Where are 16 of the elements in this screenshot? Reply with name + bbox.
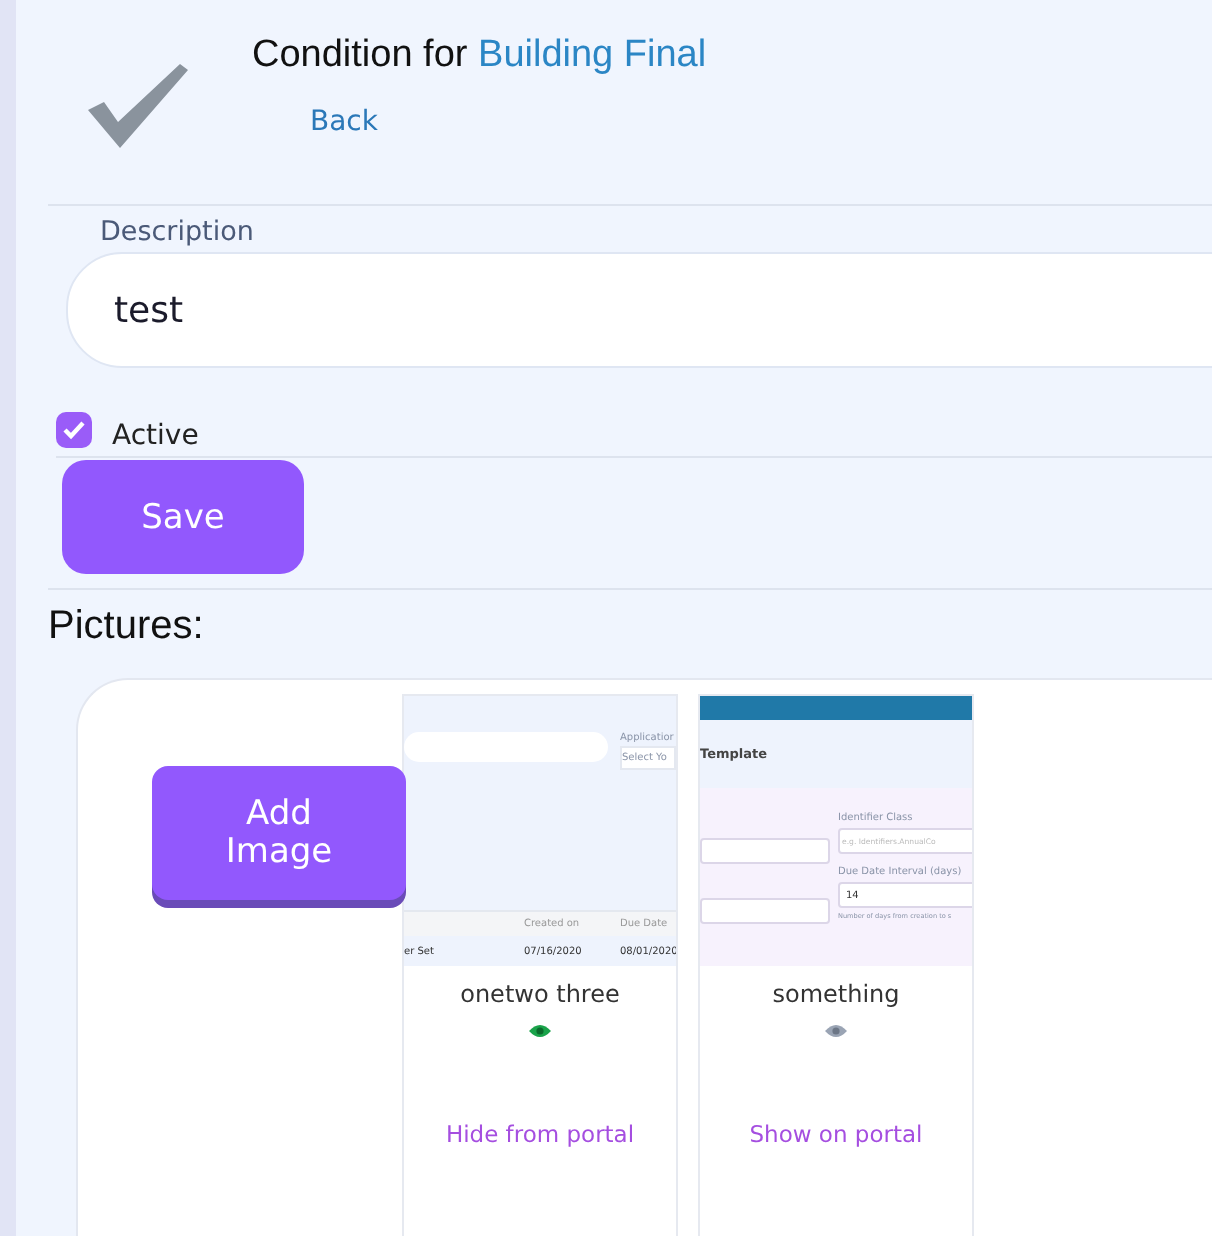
active-checkbox[interactable] bbox=[56, 412, 92, 448]
back-link[interactable]: Back bbox=[310, 106, 707, 138]
check-icon bbox=[62, 420, 86, 440]
page-title: Condition for Building Final bbox=[252, 34, 707, 78]
picture-caption: something bbox=[772, 980, 900, 1008]
checkmark-icon bbox=[84, 62, 192, 150]
picture-caption: onetwo three bbox=[460, 980, 620, 1008]
field-label: Description bbox=[100, 216, 256, 248]
portal-toggle-link[interactable]: Show on portal bbox=[749, 1120, 923, 1148]
save-button[interactable]: Save bbox=[62, 460, 304, 574]
description-field[interactable]: test bbox=[66, 252, 1212, 368]
checkbox-label: Active bbox=[112, 420, 199, 452]
add-image-button[interactable]: Add Image bbox=[152, 766, 406, 900]
portal-toggle-link[interactable]: Hide from portal bbox=[445, 1120, 635, 1148]
section-heading: Pictures: bbox=[48, 604, 206, 650]
building-link[interactable]: Building Final bbox=[478, 34, 707, 76]
